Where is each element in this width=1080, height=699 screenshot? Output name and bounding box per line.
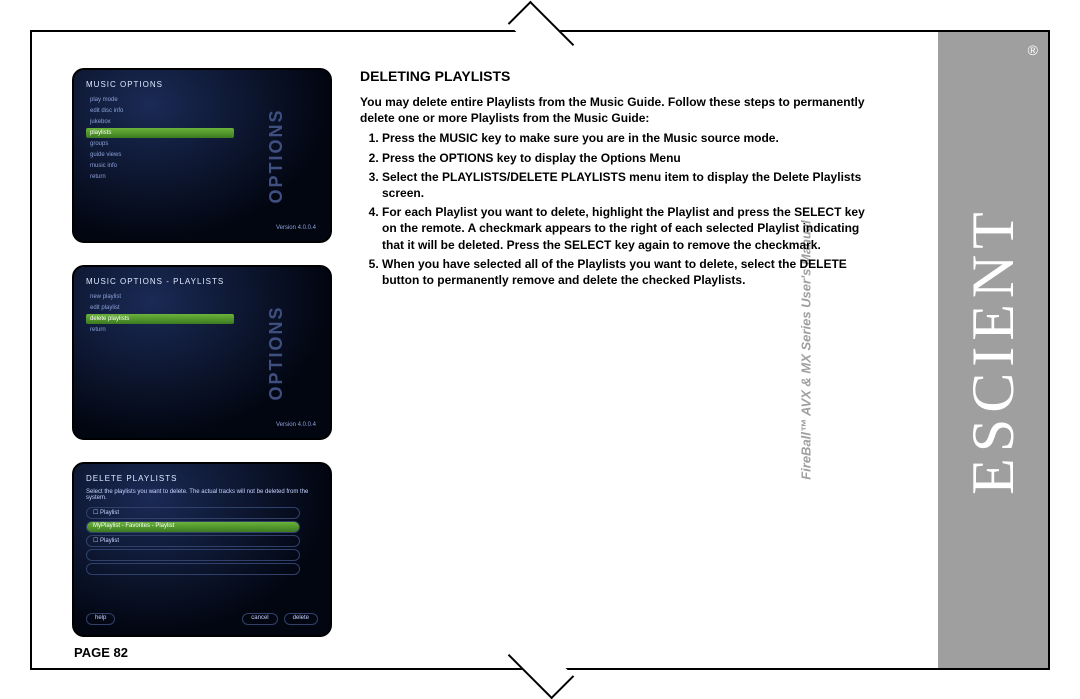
screenshot-music-options: OPTIONS MUSIC OPTIONS play mode edit dis…	[72, 68, 332, 243]
screenshot-delete-playlists: DELETE PLAYLISTS Select the playlists yo…	[72, 462, 332, 637]
menu-item: return	[86, 172, 234, 182]
screenshots-column: OPTIONS MUSIC OPTIONS play mode edit dis…	[72, 68, 344, 658]
screen-description: Select the playlists you want to delete.…	[86, 489, 318, 501]
step-item: For each Playlist you want to delete, hi…	[382, 204, 878, 253]
registered-mark: ®	[1028, 42, 1038, 58]
intro-paragraph: You may delete entire Playlists from the…	[360, 94, 878, 126]
menu-item: return	[86, 325, 234, 335]
brand-logo-text: ESCIENT	[959, 206, 1028, 495]
page-number: PAGE 82	[74, 645, 128, 660]
playlist-row: ☐ Playlist	[86, 535, 300, 547]
menu-item: jukebox	[86, 117, 234, 127]
screen-side-label: OPTIONS	[266, 108, 287, 203]
menu-item: guide views	[86, 150, 234, 160]
menu-item: edit playlist	[86, 303, 234, 313]
steps-list: Press the MUSIC key to make sure you are…	[360, 130, 878, 288]
brand-bar: ® ESCIENT	[938, 32, 1048, 668]
menu-item-selected: delete playlists	[86, 314, 234, 324]
section-heading: DELETING PLAYLISTS	[360, 68, 878, 84]
screen-title: MUSIC OPTIONS - PLAYLISTS	[86, 277, 318, 286]
playlist-row: ☐ Playlist	[86, 507, 300, 519]
step-item: When you have selected all of the Playli…	[382, 256, 878, 288]
menu-item: music info	[86, 161, 234, 171]
page-frame: ® ESCIENT FireBall™ AVX & MX Series User…	[30, 30, 1050, 670]
menu-item: new playlist	[86, 292, 234, 302]
playlist-row-empty	[86, 549, 300, 561]
frame-tab-top	[508, 1, 574, 67]
screen-title: DELETE PLAYLISTS	[86, 474, 318, 483]
screen-version: Version 4.0.0.4	[276, 225, 316, 231]
instructions-column: DELETING PLAYLISTS You may delete entire…	[344, 68, 878, 658]
step-item: Press the OPTIONS key to display the Opt…	[382, 150, 878, 166]
screen-side-label: OPTIONS	[266, 305, 287, 400]
playlist-row-empty	[86, 563, 300, 575]
screenshot-playlists-submenu: OPTIONS MUSIC OPTIONS - PLAYLISTS new pl…	[72, 265, 332, 440]
content-area: OPTIONS MUSIC OPTIONS play mode edit dis…	[72, 68, 878, 658]
playlist-row-selected: MyPlaylist - Favorites - Playlist	[86, 521, 300, 533]
cancel-button: cancel	[242, 613, 277, 625]
help-button: help	[86, 613, 115, 625]
step-item: Press the MUSIC key to make sure you are…	[382, 130, 878, 146]
delete-button: delete	[284, 613, 318, 625]
menu-item-selected: playlists	[86, 128, 234, 138]
menu-item: groups	[86, 139, 234, 149]
screen-button-row: help cancel delete	[86, 613, 318, 625]
menu-item: play mode	[86, 95, 234, 105]
screen-version: Version 4.0.0.4	[276, 422, 316, 428]
menu-item: edit disc info	[86, 106, 234, 116]
step-item: Select the PLAYLISTS/DELETE PLAYLISTS me…	[382, 169, 878, 201]
screen-title: MUSIC OPTIONS	[86, 80, 318, 89]
